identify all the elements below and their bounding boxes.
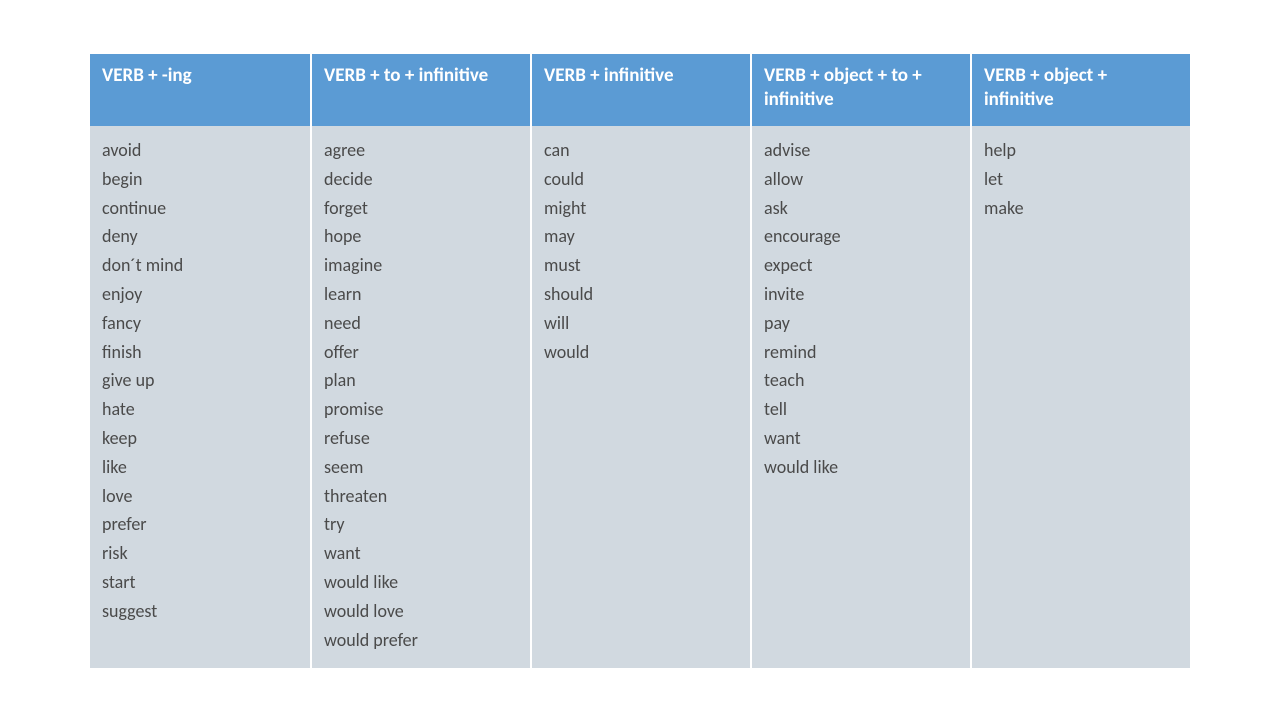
list-item: forget <box>324 194 518 223</box>
list-item: keep <box>102 424 298 453</box>
list-item: ask <box>764 194 958 223</box>
list-item: give up <box>102 366 298 395</box>
list-item: learn <box>324 280 518 309</box>
list-item: refuse <box>324 424 518 453</box>
table-column: VERB + -ing avoid begin continue deny do… <box>90 54 310 668</box>
list-item: should <box>544 280 738 309</box>
list-item: suggest <box>102 597 298 626</box>
list-item: remind <box>764 338 958 367</box>
list-item: would <box>544 338 738 367</box>
list-item: advise <box>764 136 958 165</box>
table-column: VERB + infinitive can could might may mu… <box>530 54 750 668</box>
column-header: VERB + to + infinitive <box>310 54 530 126</box>
list-item: enjoy <box>102 280 298 309</box>
column-body: agree decide forget hope imagine learn n… <box>310 126 530 668</box>
list-item: avoid <box>102 136 298 165</box>
column-body: help let make <box>970 126 1190 668</box>
list-item: plan <box>324 366 518 395</box>
list-item: imagine <box>324 251 518 280</box>
list-item: need <box>324 309 518 338</box>
column-body: advise allow ask encourage expect invite… <box>750 126 970 668</box>
list-item: would love <box>324 597 518 626</box>
table-column: VERB + object + to + infinitive advise a… <box>750 54 970 668</box>
list-item: fancy <box>102 309 298 338</box>
column-body: can could might may must should will wou… <box>530 126 750 668</box>
list-item: start <box>102 568 298 597</box>
list-item: may <box>544 222 738 251</box>
list-item: offer <box>324 338 518 367</box>
list-item: want <box>324 539 518 568</box>
list-item: seem <box>324 453 518 482</box>
table-column: VERB + to + infinitive agree decide forg… <box>310 54 530 668</box>
column-body: avoid begin continue deny don´t mind enj… <box>90 126 310 668</box>
list-item: would like <box>764 453 958 482</box>
list-item: hope <box>324 222 518 251</box>
list-item: love <box>102 482 298 511</box>
list-item: make <box>984 194 1178 223</box>
column-header: VERB + infinitive <box>530 54 750 126</box>
verb-pattern-table: VERB + -ing avoid begin continue deny do… <box>90 54 1190 668</box>
table-column: VERB + object + infinitive help let make <box>970 54 1190 668</box>
list-item: threaten <box>324 482 518 511</box>
list-item: try <box>324 510 518 539</box>
list-item: like <box>102 453 298 482</box>
list-item: deny <box>102 222 298 251</box>
list-item: hate <box>102 395 298 424</box>
list-item: allow <box>764 165 958 194</box>
column-header: VERB + -ing <box>90 54 310 126</box>
list-item: tell <box>764 395 958 424</box>
list-item: encourage <box>764 222 958 251</box>
list-item: agree <box>324 136 518 165</box>
list-item: want <box>764 424 958 453</box>
list-item: pay <box>764 309 958 338</box>
list-item: finish <box>102 338 298 367</box>
column-header: VERB + object + to + infinitive <box>750 54 970 126</box>
list-item: could <box>544 165 738 194</box>
list-item: don´t mind <box>102 251 298 280</box>
list-item: must <box>544 251 738 280</box>
list-item: let <box>984 165 1178 194</box>
list-item: can <box>544 136 738 165</box>
list-item: promise <box>324 395 518 424</box>
list-item: might <box>544 194 738 223</box>
list-item: expect <box>764 251 958 280</box>
list-item: will <box>544 309 738 338</box>
list-item: would like <box>324 568 518 597</box>
list-item: invite <box>764 280 958 309</box>
list-item: risk <box>102 539 298 568</box>
list-item: help <box>984 136 1178 165</box>
list-item: decide <box>324 165 518 194</box>
list-item: would prefer <box>324 626 518 655</box>
list-item: continue <box>102 194 298 223</box>
list-item: teach <box>764 366 958 395</box>
column-header: VERB + object + infinitive <box>970 54 1190 126</box>
list-item: begin <box>102 165 298 194</box>
list-item: prefer <box>102 510 298 539</box>
